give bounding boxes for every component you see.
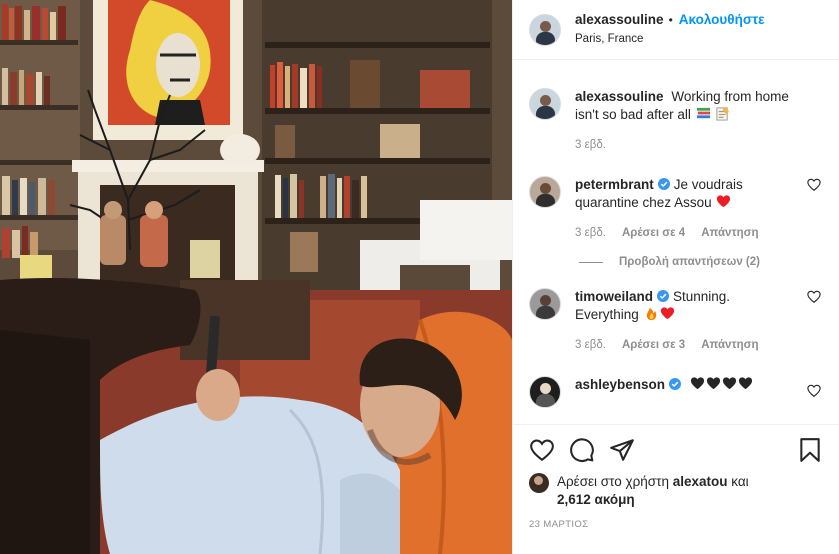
comments-list[interactable]: alexassouline Working from home isn't so…	[513, 60, 839, 424]
memo-emoji-icon	[716, 106, 730, 121]
author-avatar[interactable]	[529, 13, 561, 46]
comment-time[interactable]: 3 εβδ.	[575, 224, 606, 242]
post-caption: alexassouline Working from home isn't so…	[529, 88, 823, 154]
books-emoji-icon	[696, 107, 710, 119]
reply-button[interactable]: Απάντηση	[701, 224, 758, 242]
post-sidebar: alexassouline • Ακολουθήστε Paris, Franc…	[512, 0, 839, 554]
post-header: alexassouline • Ακολουθήστε Paris, Franc…	[513, 0, 839, 60]
verified-badge-icon	[657, 178, 670, 190]
view-replies-button[interactable]: Προβολή απαντήσεων (2)	[579, 256, 823, 268]
black-heart-emoji-icon	[690, 377, 704, 390]
caption-username[interactable]: alexassouline	[575, 89, 664, 104]
commenter-username[interactable]: ashleybenson	[575, 377, 665, 392]
view-replies-label: Προβολή απαντήσεων (2)	[619, 256, 760, 268]
black-heart-emoji-icon	[738, 377, 752, 390]
verified-badge-icon	[657, 290, 670, 302]
post-date[interactable]: 23 ΜΑΡΤΙΟΣ	[529, 519, 823, 530]
comment-likes[interactable]: Αρέσει σε 4	[622, 224, 685, 242]
follow-button[interactable]: Ακολουθήστε	[679, 12, 765, 28]
commenter-avatar[interactable]	[529, 176, 561, 208]
likes-prefix: Αρέσει στο χρήστη	[557, 474, 669, 489]
comment-item: petermbrant Je voudrais quarantine chez A…	[529, 176, 823, 242]
verified-badge-icon	[669, 378, 682, 390]
commenter-username[interactable]: timoweiland	[575, 289, 653, 304]
post-photo[interactable]	[0, 0, 512, 554]
liker-avatar[interactable]	[529, 473, 549, 493]
black-heart-emoji-icon	[722, 377, 736, 390]
post-location[interactable]: Paris, France	[575, 31, 765, 47]
comment-bubble-icon[interactable]	[569, 437, 595, 463]
like-comment-heart-icon[interactable]	[807, 178, 821, 192]
share-paper-plane-icon[interactable]	[609, 437, 635, 463]
likes-summary: Αρέσει στο χρήστη alexatou και 2,612 ακό…	[529, 473, 823, 509]
liker-username[interactable]: alexatou	[673, 474, 728, 489]
comment-item: timoweiland Stunning. Everything 3 εβδ. Α…	[529, 288, 823, 354]
view-replies-line	[579, 261, 603, 263]
likes-count[interactable]: 2,612 ακόμη	[557, 492, 635, 507]
photo-illustration	[0, 0, 512, 554]
fire-emoji-icon	[646, 307, 656, 321]
separator-dot: •	[668, 13, 673, 27]
red-heart-emoji-icon	[717, 195, 731, 208]
commenter-avatar[interactable]	[529, 376, 561, 408]
caption-time[interactable]: 3 εβδ.	[575, 136, 606, 154]
post-actions: Αρέσει στο χρήστη alexatou και 2,612 ακό…	[513, 424, 839, 530]
like-comment-heart-icon[interactable]	[807, 290, 821, 304]
author-username[interactable]: alexassouline	[575, 12, 664, 28]
commenter-avatar[interactable]	[529, 288, 561, 320]
comment-likes[interactable]: Αρέσει σε 3	[622, 336, 685, 354]
save-bookmark-icon[interactable]	[797, 437, 823, 463]
comment-item: ashleybenson	[529, 376, 823, 408]
likes-middle: και	[731, 474, 749, 489]
like-comment-heart-icon[interactable]	[807, 384, 821, 398]
comment-time[interactable]: 3 εβδ.	[575, 336, 606, 354]
like-heart-icon[interactable]	[529, 437, 555, 463]
black-heart-emoji-icon	[706, 377, 720, 390]
red-heart-emoji-icon	[660, 307, 674, 320]
caption-avatar[interactable]	[529, 88, 561, 120]
reply-button[interactable]: Απάντηση	[701, 336, 758, 354]
commenter-username[interactable]: petermbrant	[575, 177, 654, 192]
